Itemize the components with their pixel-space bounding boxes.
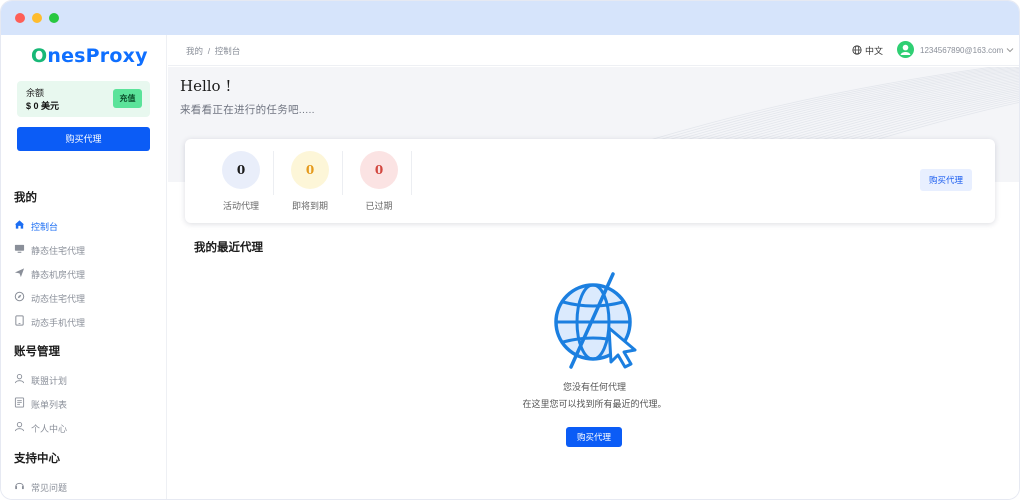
globe-icon: [852, 45, 862, 55]
minimize-window-dot[interactable]: [32, 13, 42, 23]
section-title-account: 账号管理: [14, 346, 60, 358]
stat-label: 活动代理: [222, 201, 259, 211]
globe-cursor-illustration: [554, 272, 637, 369]
stat-label: 即将到期: [291, 201, 328, 211]
recharge-button[interactable]: 充值: [113, 89, 142, 108]
user-icon: [14, 422, 25, 432]
sidebar: OnesProxy 余额 $ 0 美元 充值 购买代理 我的 控制台 静态住宅代…: [1, 35, 167, 499]
sidebar-item-label: 常见问题: [31, 483, 68, 493]
maximize-window-dot[interactable]: [49, 13, 59, 23]
browser-window: OnesProxy 余额 $ 0 美元 充值 购买代理 我的 控制台 静态住宅代…: [0, 0, 1020, 500]
logo-text: nesProxy: [47, 45, 148, 67]
empty-state-buy-proxy-button[interactable]: 购买代理: [566, 427, 622, 447]
stat-label: 已过期: [365, 201, 393, 211]
stats-buy-proxy-button[interactable]: 购买代理: [920, 169, 972, 191]
sidebar-item-label: 动态住宅代理: [31, 294, 86, 304]
sidebar-item-label: 动态手机代理: [31, 318, 86, 328]
account-email[interactable]: 1234567890@163.com: [920, 46, 1003, 55]
top-bar: 我的 / 控制台 中文 1234567890@163.com: [168, 35, 1019, 66]
balance-label: 余额: [26, 88, 45, 98]
tablet-icon: [15, 315, 24, 326]
recent-proxies-title: 我的最近代理: [194, 242, 263, 254]
main-content: 我的 / 控制台 中文 1234567890@163.com Hello ! 来…: [168, 35, 1019, 499]
stat-value: 0: [291, 151, 329, 189]
sidebar-item-dynamic-residential[interactable]: 动态住宅代理: [14, 291, 164, 305]
sidebar-item-static-residential[interactable]: 静态住宅代理: [14, 243, 164, 257]
user-icon: [14, 374, 25, 384]
monitor-icon: [14, 244, 25, 253]
sidebar-item-label: 控制台: [31, 222, 59, 232]
brand-logo[interactable]: OnesProxy: [31, 45, 148, 67]
divider: [411, 151, 412, 195]
sidebar-item-dashboard[interactable]: 控制台: [14, 219, 164, 233]
sidebar-item-label: 个人中心: [31, 424, 68, 434]
sidebar-item-static-datacenter[interactable]: 静态机房代理: [14, 267, 164, 281]
stats-card: 0 活动代理 0 即将到期 0 已过期 购买代理: [185, 139, 995, 223]
stat-value: 0: [222, 151, 260, 189]
sidebar-item-billing[interactable]: 账单列表: [14, 397, 164, 411]
sidebar-item-profile[interactable]: 个人中心: [14, 421, 164, 435]
sidebar-item-label: 账单列表: [31, 400, 68, 410]
avatar[interactable]: [897, 41, 914, 58]
document-icon: [14, 397, 25, 408]
chevron-down-icon[interactable]: [1005, 45, 1015, 55]
logo-mark: O: [31, 45, 48, 67]
sidebar-item-label: 联盟计划: [31, 376, 68, 386]
close-window-dot[interactable]: [15, 13, 25, 23]
breadcrumb: 我的 / 控制台: [186, 46, 241, 56]
divider: [273, 151, 274, 195]
empty-state-title: 您没有任何代理: [562, 382, 626, 392]
window-titlebar: [1, 1, 1019, 35]
send-icon: [14, 268, 25, 278]
sidebar-item-label: 静态机房代理: [31, 270, 86, 280]
stat-expiring-soon: 0 即将到期: [275, 151, 345, 217]
stat-active-proxies: 0 活动代理: [206, 151, 276, 217]
greeting-subtitle: 来看看正在进行的任务吧.....: [180, 104, 315, 116]
user-avatar-icon: [900, 44, 911, 55]
section-title-mine: 我的: [14, 192, 37, 204]
balance-value: $ 0 美元: [26, 101, 60, 111]
compass-icon: [14, 291, 25, 302]
stat-expired: 0 已过期: [344, 151, 414, 217]
home-icon: [14, 220, 25, 229]
empty-state-description: 在这里您可以找到所有最近的代理。: [522, 399, 667, 409]
headset-icon: [15, 482, 24, 490]
sidebar-item-affiliate[interactable]: 联盟计划: [14, 373, 164, 387]
balance-card: 余额 $ 0 美元 充值: [17, 81, 150, 117]
sidebar-item-dynamic-mobile[interactable]: 动态手机代理: [14, 315, 164, 329]
greeting: Hello !: [180, 77, 232, 95]
sidebar-buy-proxy-button[interactable]: 购买代理: [17, 127, 150, 151]
language-label: 中文: [865, 46, 884, 56]
sidebar-item-label: 静态住宅代理: [31, 246, 86, 256]
stat-value: 0: [360, 151, 398, 189]
sidebar-item-faq[interactable]: 常见问题: [14, 480, 164, 494]
divider: [342, 151, 343, 195]
section-title-support: 支持中心: [14, 453, 60, 465]
